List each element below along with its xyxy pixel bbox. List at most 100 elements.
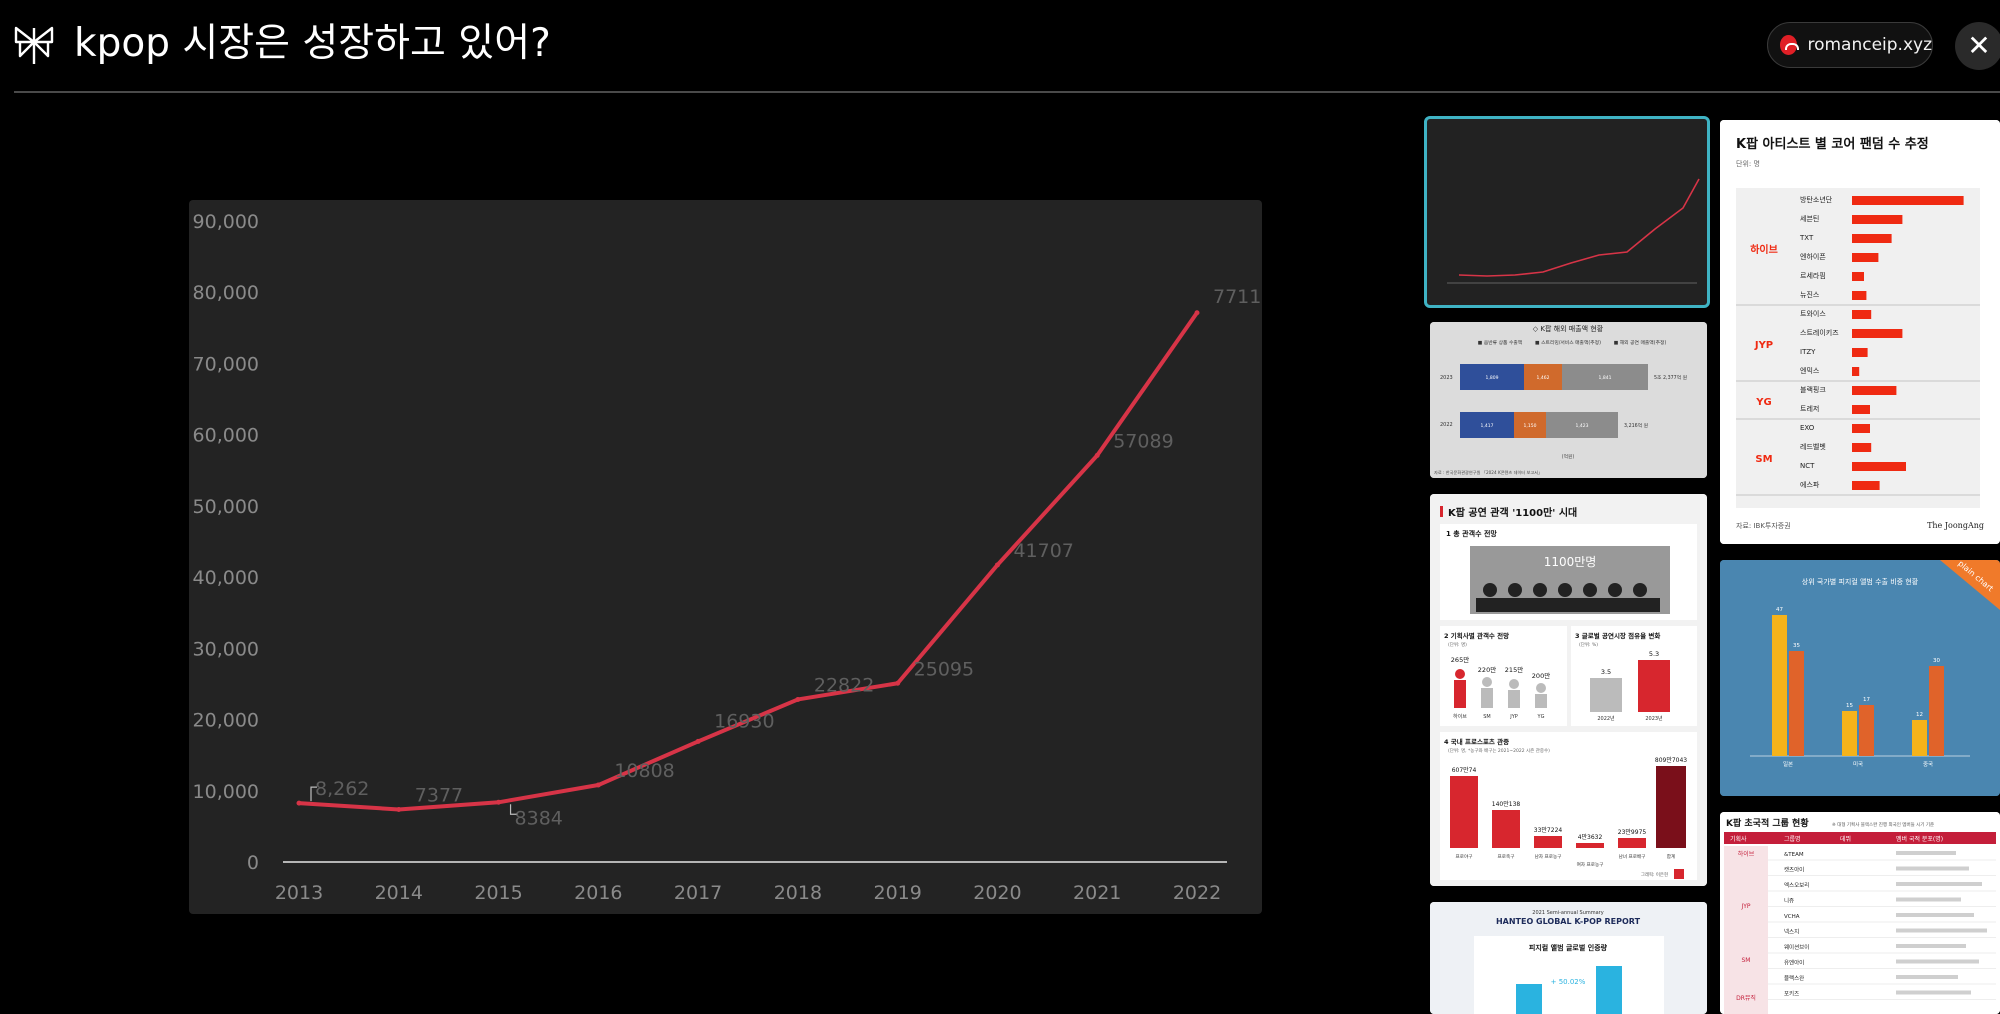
thumb3-s4-v5: 23만9975: [1618, 828, 1647, 836]
line-chart-thumbnail[interactable]: [1424, 116, 1710, 308]
thumb2-row2-v2: 1,150: [1524, 423, 1537, 429]
thumb7-row-text-placeholder: [1896, 959, 1979, 964]
thumb3-s4-l4: 여자 프로농구: [1577, 861, 1604, 868]
thumb7-group-name: 유엔아이: [1784, 959, 1804, 967]
thumb5-publisher: The JoongAng: [1927, 521, 1984, 530]
data-point: [396, 806, 402, 812]
thumb5-artist-label: 트와이스: [1800, 309, 1826, 318]
thumb3-s4-v4: 4만3632: [1578, 833, 1603, 841]
thumb3-s2-l4: YG: [1537, 714, 1545, 720]
thumb5-bar: [1852, 329, 1903, 338]
thumb2-title: ◇ K팝 해외 매출액 현황: [1533, 324, 1604, 333]
data-label: 41707: [1013, 540, 1073, 562]
thumb2-caption: 자료 : 한국문화관광연구원 「2024 K콘텐츠 데이터 보고서」: [1434, 469, 1542, 476]
thumb5-artist-label: 르세라핌: [1800, 271, 1826, 280]
thumb3-s4-v2: 140만138: [1492, 800, 1521, 808]
data-label: 77117: [1213, 286, 1262, 308]
y-tick-label: 50,000: [193, 496, 259, 518]
y-tick-label: 10,000: [193, 781, 259, 803]
y-tick-label: 0: [247, 852, 259, 874]
concert-audience-infographic-thumbnail[interactable]: K팝 공연 관객 '1100만' 시대 1 총 관객수 전망 1100만명 2 …: [1430, 494, 1707, 886]
thumb5-artist-label: 엔하이픈: [1800, 252, 1826, 261]
overseas-sales-bar-thumbnail[interactable]: ◇ K팝 해외 매출액 현황 ■ 음반류 상품 수출액 ■ 스트리밍/서비스 매…: [1430, 322, 1707, 478]
thumb5-artist-label: 트레저: [1800, 404, 1819, 413]
y-tick-label: 80,000: [193, 282, 259, 304]
app-header: kpop 시장은 성장하고 있어? romanceip.xyz ✕: [0, 0, 2000, 93]
thumb3-s2-l2: SM: [1483, 714, 1491, 720]
x-tick-label: 2014: [375, 882, 423, 904]
thumb3-s3-title: 3 글로벌 공연시장 점유율 변화: [1575, 631, 1660, 640]
thumb5-artist-label: ITZY: [1800, 348, 1816, 356]
data-point: [496, 799, 502, 805]
thumb2-legend-2: ■ 스트리밍/서비스 매출액(추정): [1535, 339, 1601, 346]
y-tick-label: 60,000: [193, 425, 259, 447]
data-label: 10808: [614, 760, 674, 782]
thumb5-title: K팝 아티스트 별 코어 팬덤 수 추정: [1736, 136, 1929, 152]
thumb7-header-4: 멤버 국적 분포(명): [1896, 835, 1943, 843]
thumb6-category-label: 중국: [1923, 761, 1933, 768]
thumb5-bar: [1852, 253, 1879, 262]
thumb3-s4-l3: 남자 프로농구: [1535, 853, 1562, 860]
fandom-size-bar-thumbnail[interactable]: K팝 아티스트 별 코어 팬덤 수 추정 단위: 명 자료: IBK투자증권 T…: [1720, 120, 2000, 544]
thumb7-row-text-placeholder: [1896, 882, 1982, 886]
thumb2-row1-v1: 1,809: [1486, 375, 1499, 381]
thumb5-artist-label: 스트레이키즈: [1800, 328, 1839, 337]
thumb5-unit: 단위: 명: [1736, 159, 1760, 168]
y-tick-label: 30,000: [193, 638, 259, 660]
thumb6-bar: [1789, 651, 1804, 756]
thumb5-bar: [1852, 348, 1868, 357]
hanteo-report-thumbnail[interactable]: 2021 Semi-annual Summary HANTEO GLOBAL K…: [1430, 902, 1707, 1014]
thumb7-company-label: SM: [1742, 957, 1751, 964]
thumb3-s2-v1: 265만: [1451, 655, 1469, 664]
x-tick-label: 2018: [774, 882, 822, 904]
data-point: [795, 696, 801, 702]
site-favicon-icon: [1780, 35, 1800, 55]
thumb7-header-2: 그룹명: [1784, 835, 1801, 843]
thumb2-row2-year: 2022: [1440, 422, 1453, 428]
thumb6-bar-label: 12: [1916, 712, 1923, 718]
thumb3-s3-v1: 3.5: [1601, 668, 1611, 676]
thumb3-s3-l2: 2023년: [1645, 715, 1663, 722]
thumb3-s3-v2: 5.3: [1649, 650, 1659, 658]
close-button[interactable]: ✕: [1955, 22, 2000, 70]
thumb4-heading: 피지컬 앨범 글로벌 인증량: [1529, 943, 1608, 952]
group-table-thumbnail[interactable]: K팝 초국적 그룹 현황 ※ 대형 기획사 블랙스완 진행 외국인 멤버들 시기…: [1720, 812, 2000, 1014]
thumb7-company-label: DR뮤직: [1736, 995, 1756, 1002]
thumb3-s4-l5: 남녀 프로배구: [1619, 853, 1646, 860]
page-title: kpop 시장은 성장하고 있어?: [74, 21, 551, 66]
thumb2-row1-v3: 1,841: [1599, 375, 1612, 381]
x-tick-label: 2022: [1173, 882, 1221, 904]
thumb7-row-text-placeholder: [1896, 897, 1961, 902]
thumb5-artist-label: 뉴진스: [1800, 290, 1820, 299]
thumb5-bar: [1852, 272, 1864, 281]
thumb5-bar: [1852, 405, 1870, 414]
line-chart: 0 10,000 20,000 30,000 40,000 50,000 60,000 70,…: [193, 211, 1262, 904]
thumb2-row1-total: 5조 2,377억 원: [1654, 374, 1687, 381]
thumb3-s4-v6: 809만7043: [1655, 756, 1687, 764]
thumb3-source: 그래픽: 이은현: [1641, 871, 1668, 878]
thumb7-row-text-placeholder: [1896, 944, 1966, 948]
thumb2-legend-1: ■ 음반류 상품 수출액: [1478, 339, 1522, 346]
thumb5-group-label: SM: [1755, 454, 1772, 465]
thumb5-bar: [1852, 443, 1872, 452]
data-label: 8384: [515, 807, 563, 829]
thumb5-bar: [1852, 291, 1867, 300]
thumb4-subtitle: 2021 Semi-annual Summary: [1532, 910, 1603, 916]
data-label: 16930: [714, 710, 774, 732]
y-tick-label: 70,000: [193, 353, 259, 375]
thumb5-bar: [1852, 481, 1880, 490]
thumb5-bar: [1852, 234, 1892, 243]
data-point: [1194, 310, 1200, 316]
country-album-export-thumbnail[interactable]: plain chart 상위 국가별 피지컬 앨범 수출 비중 현황 47 35 일…: [1720, 560, 2000, 796]
thumb6-bar-label: 15: [1846, 703, 1853, 709]
x-tick-label: 2015: [474, 882, 522, 904]
source-link-chip[interactable]: romanceip.xyz: [1767, 22, 1933, 68]
data-point: [1094, 452, 1100, 458]
data-point: [695, 738, 701, 744]
data-label: 7377: [415, 784, 463, 806]
x-tick-label: 2019: [873, 882, 921, 904]
thumb5-bar: [1852, 196, 1964, 205]
thumb7-group-name: 니쥬: [1784, 897, 1794, 905]
thumb7-header-1: 기획사: [1730, 835, 1747, 843]
thumb2-unit: (억원): [1562, 453, 1575, 460]
